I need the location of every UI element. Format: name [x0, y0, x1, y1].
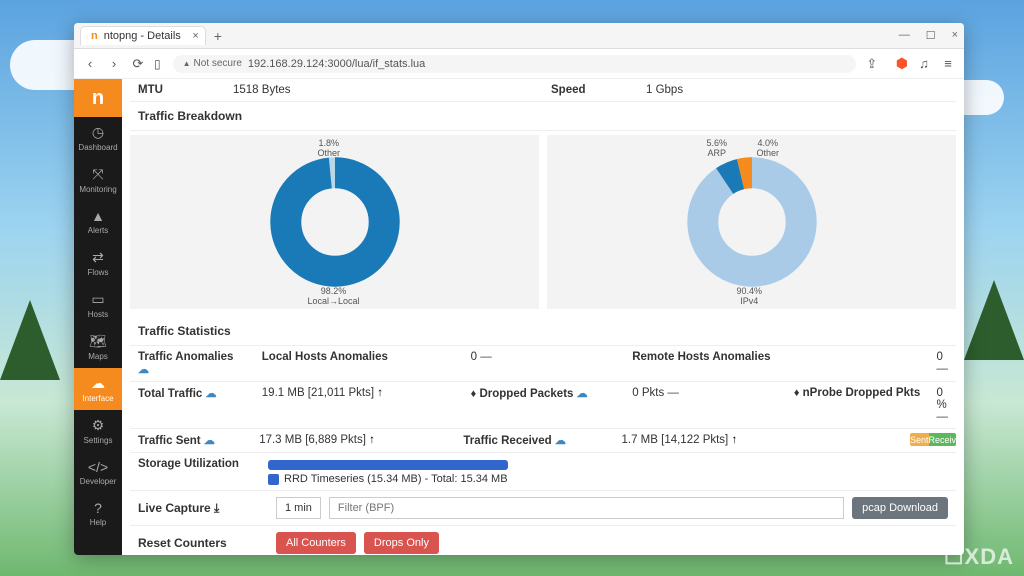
duration-select[interactable]: 1 min [276, 497, 321, 519]
ntopng-logo[interactable]: n [74, 79, 122, 117]
sidebar-item-interface[interactable]: ☁Interface [74, 368, 122, 410]
donut-chart-left: 1.8%Other 98.2%Local→Local [130, 135, 539, 309]
total-traffic-value: 19.1 MB [21,011 Pkts] [262, 387, 383, 399]
drop-icon: ♦ [794, 387, 800, 399]
legend-swatch [268, 474, 279, 485]
breakdown-title: Traffic Breakdown [130, 102, 956, 131]
storage-legend: RRD Timeseries (15.34 MB) - Total: 15.34… [284, 473, 508, 485]
live-capture-label: Live Capture [138, 501, 211, 515]
maps-icon: 🗺 [89, 333, 107, 350]
sidebar-item-maps[interactable]: 🗺Maps [74, 326, 122, 368]
recv-bar-segment: Receiv [929, 433, 957, 446]
pcap-download-button[interactable]: pcap Download [852, 497, 948, 519]
sidebar-item-settings[interactable]: ⚙Settings [74, 410, 122, 452]
sent-recv-bar: Sent Receiv [910, 433, 956, 446]
total-traffic-label: Total Traffic [138, 388, 202, 400]
traffic-anomalies-label: Traffic Anomalies [138, 351, 233, 363]
brave-shield-icon[interactable]: ⬢ [896, 55, 908, 72]
tab-title: ntopng - Details [104, 30, 181, 42]
storage-bar [268, 460, 508, 470]
nprobe-label: nProbe Dropped Pkts [803, 387, 921, 399]
sidebar-item-flows[interactable]: ⇄Flows [74, 242, 122, 284]
settings-icon: ⚙ [92, 417, 105, 434]
filter-input[interactable] [329, 497, 844, 519]
share-icon[interactable]: ⇪ [864, 56, 880, 72]
traffic-sent-value: 17.3 MB [6,889 Pkts] [259, 434, 375, 446]
reset-counters-label: Reset Counters [138, 536, 268, 550]
nprobe-value: 0 % [937, 387, 949, 423]
traffic-recv-value: 1.7 MB [14,122 Pkts] [622, 434, 738, 446]
forward-button[interactable]: › [106, 56, 122, 71]
help-icon: ? [94, 500, 102, 516]
chart-icon[interactable]: ☁ [577, 388, 588, 400]
hosts-icon: ▭ [91, 291, 104, 308]
close-tab-icon[interactable]: × [192, 30, 198, 42]
traffic-sent-label: Traffic Sent [138, 435, 201, 447]
url-text: 192.168.29.124:3000/lua/if_stats.lua [248, 58, 425, 70]
speed-label: Speed [543, 79, 638, 101]
remote-anom-label: Remote Hosts Anomalies [624, 346, 786, 381]
local-anom-label: Local Hosts Anomalies [254, 346, 463, 381]
chart2-label-arp: 5.6%ARP [707, 139, 728, 159]
stats-title: Traffic Statistics [130, 317, 956, 346]
local-anom-value: 0 [471, 351, 492, 363]
drops-only-button[interactable]: Drops Only [364, 532, 439, 554]
donut-chart-right: 5.6%ARP 4.0%Other 90.4%IPv4 [547, 135, 956, 309]
url-bar: ‹ › ⟳ ▯ Not secure 192.168.29.124:3000/l… [74, 49, 964, 79]
sidebar-item-monitoring[interactable]: ⤧Monitoring [74, 159, 122, 201]
monitoring-icon: ⤧ [92, 166, 103, 183]
chart-icon[interactable]: ☁ [555, 435, 566, 447]
sidebar-item-help[interactable]: ?Help [74, 493, 122, 534]
download-icon: ⤓ [214, 501, 219, 515]
bookmark-icon[interactable]: ▯ [154, 57, 161, 71]
reload-button[interactable]: ⟳ [130, 56, 146, 72]
chart-icon[interactable]: ☁ [204, 435, 215, 447]
minimize-icon[interactable]: — [899, 29, 910, 42]
sidebar-item-alerts[interactable]: ▲Alerts [74, 201, 122, 242]
mtu-label: MTU [130, 79, 225, 101]
flows-icon: ⇄ [92, 249, 104, 266]
developer-icon: </> [88, 459, 108, 475]
traffic-breakdown-charts: 1.8%Other 98.2%Local→Local 5.6%ARP 4.0%O… [130, 131, 956, 317]
music-icon[interactable]: ♫ [916, 56, 932, 71]
address-bar[interactable]: Not secure 192.168.29.124:3000/lua/if_st… [173, 55, 856, 73]
chart1-label-local: 98.2%Local→Local [308, 287, 360, 307]
speed-value: 1 Gbps [638, 79, 956, 101]
sidebar: n ◷Dashboard ⤧Monitoring ▲Alerts ⇄Flows … [74, 79, 122, 555]
dropped-label: Dropped Packets [479, 388, 573, 400]
chart1-label-other: 1.8%Other [318, 139, 341, 159]
main-content: MTU1518 Bytes Speed1 Gbps Traffic Breakd… [122, 79, 964, 555]
mtu-value: 1518 Bytes [225, 79, 543, 101]
chart-icon[interactable]: ☁ [206, 388, 217, 400]
sidebar-item-dashboard[interactable]: ◷Dashboard [74, 117, 122, 159]
back-button[interactable]: ‹ [82, 56, 98, 71]
sidebar-item-developer[interactable]: </>Developer [74, 452, 122, 493]
chart-icon[interactable]: ☁ [138, 364, 149, 376]
maximize-icon[interactable]: ☐ [926, 29, 936, 42]
close-window-icon[interactable]: × [952, 29, 958, 42]
traffic-recv-label: Traffic Received [463, 435, 551, 447]
dropped-value: 0 Pkts [632, 387, 679, 399]
chart2-label-ipv4: 90.4%IPv4 [737, 287, 763, 307]
drop-icon: ♦ [471, 388, 477, 400]
browser-window: n ntopng - Details × + — ☐ × ‹ › ⟳ ▯ Not… [74, 23, 964, 555]
chart2-label-other: 4.0%Other [757, 139, 780, 159]
all-counters-button[interactable]: All Counters [276, 532, 356, 554]
titlebar: n ntopng - Details × + — ☐ × [74, 23, 964, 49]
dashboard-icon: ◷ [92, 124, 104, 141]
not-secure-badge: Not secure [183, 58, 242, 69]
menu-icon[interactable]: ≡ [940, 56, 956, 71]
browser-tab[interactable]: n ntopng - Details × [80, 26, 206, 45]
new-tab-button[interactable]: + [214, 28, 222, 44]
storage-label: Storage Utilization [130, 453, 260, 490]
xda-watermark: ☐XDA [944, 544, 1014, 570]
favicon: n [91, 30, 98, 42]
interface-icon: ☁ [91, 375, 105, 392]
alerts-icon: ▲ [91, 208, 105, 224]
sidebar-item-hosts[interactable]: ▭Hosts [74, 284, 122, 326]
sent-bar-segment: Sent [910, 433, 929, 446]
remote-anom-value: 0 [937, 351, 949, 375]
